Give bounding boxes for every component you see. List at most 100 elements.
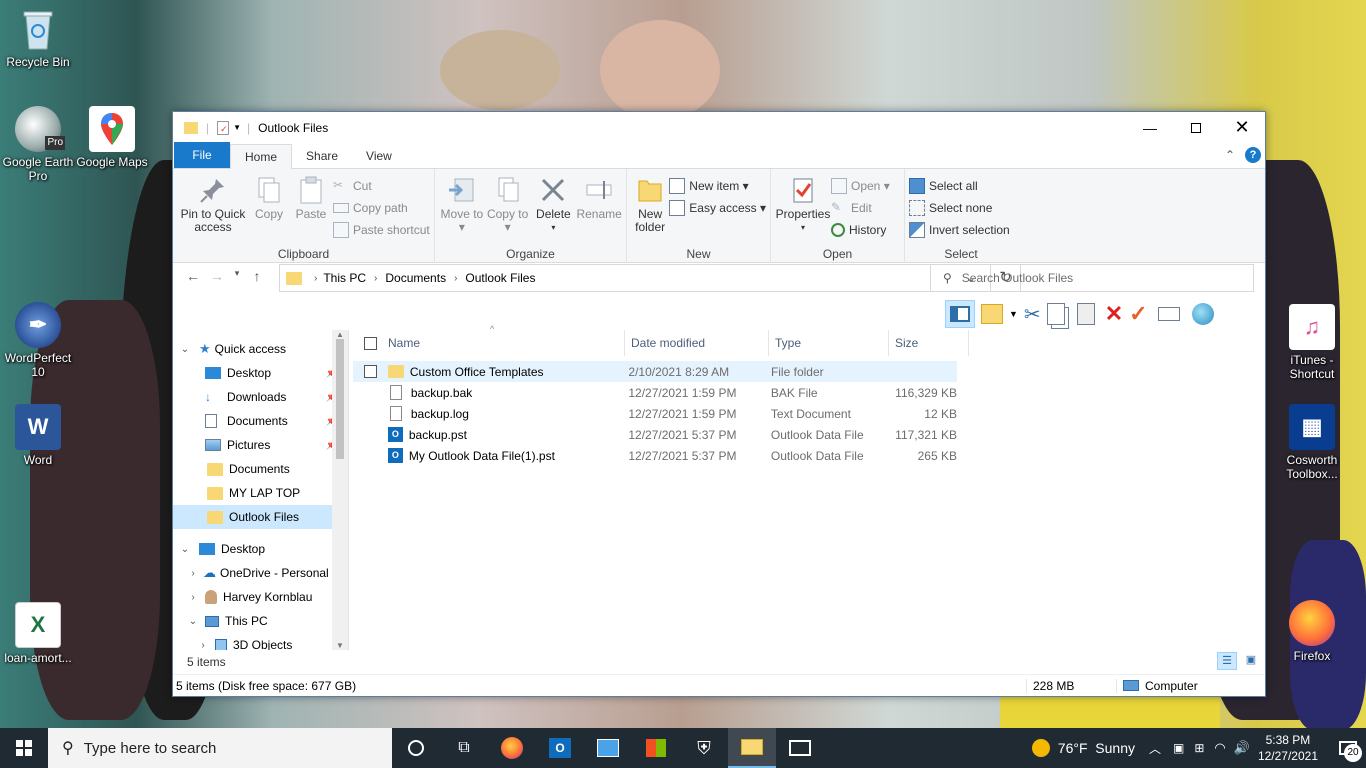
tab-view[interactable]: View (352, 144, 406, 168)
edit-button[interactable]: ✎ Edit (831, 197, 890, 219)
open-button[interactable]: Open ▾ (831, 175, 890, 197)
tray-device-icon[interactable]: ▣ (1173, 741, 1184, 755)
row-checkbox[interactable] (364, 407, 377, 420)
scroll-thumb[interactable] (336, 339, 344, 459)
properties-quick-icon[interactable]: ✓ (217, 120, 230, 135)
help-icon[interactable]: ? (1245, 147, 1261, 163)
desktop-icon-cosworth[interactable]: ▦ Cosworth Toolbox... (1274, 404, 1350, 481)
desktop-icon-google-maps[interactable]: Google Maps (74, 106, 150, 169)
chevron-right-icon[interactable]: › (195, 640, 211, 651)
breadcrumb-this-pc[interactable]: This PC (323, 271, 366, 285)
file-row[interactable]: O My Outlook Data File(1).pst 12/27/2021 5… (353, 445, 957, 466)
nav-item-documents-folder[interactable]: Documents (173, 457, 348, 481)
row-checkbox[interactable] (364, 386, 377, 399)
select-all-checkbox[interactable] (364, 336, 377, 350)
collapse-ribbon-icon[interactable]: ⌃ (1225, 148, 1235, 162)
file-row[interactable]: backup.bak 12/27/2021 1:59 PM BAK File 116,… (353, 382, 957, 403)
nav-3d-objects[interactable]: › 3D Objects (173, 633, 348, 650)
breadcrumb-sep-icon[interactable]: › (454, 273, 457, 284)
file-row[interactable]: Custom Office Templates 2/10/2021 8:29 AM… (353, 361, 957, 382)
rename-icon[interactable] (1157, 307, 1180, 321)
row-checkbox[interactable] (364, 428, 377, 441)
select-all-button[interactable]: Select all (909, 175, 1010, 197)
start-button[interactable] (0, 728, 48, 768)
cut-button[interactable]: ✂ Cut (333, 175, 430, 197)
taskbar-control-panel-icon[interactable] (584, 728, 632, 768)
globe-icon[interactable] (1191, 303, 1214, 325)
breadcrumb-outlook-files[interactable]: Outlook Files (465, 271, 535, 285)
forward-arrow-icon[interactable]: → (205, 268, 229, 284)
tab-file[interactable]: File (174, 142, 230, 168)
taskbar-remote-icon[interactable] (776, 728, 824, 768)
desktop-icon-word[interactable]: W Word (0, 404, 76, 467)
taskbar-store-icon[interactable] (632, 728, 680, 768)
taskbar-file-explorer-icon[interactable] (728, 728, 776, 768)
notifications-icon[interactable]: 20 (1330, 728, 1366, 768)
nav-item-pictures[interactable]: Pictures 📌 (173, 433, 348, 457)
scissors-icon[interactable]: ✂ (1024, 302, 1041, 327)
row-checkbox[interactable] (364, 365, 377, 378)
nav-item-outlook-files[interactable]: Outlook Files (173, 505, 348, 529)
nav-quick-access[interactable]: ⌄ ★ Quick access (173, 337, 348, 361)
dropdown-icon[interactable]: ▼ (1009, 309, 1018, 319)
row-checkbox[interactable] (364, 449, 377, 462)
task-view-icon[interactable]: ⧉ (440, 728, 488, 768)
large-icons-view-icon[interactable]: ▣ (1241, 652, 1261, 670)
breadcrumb-sep-icon[interactable]: › (314, 273, 317, 284)
taskbar-outlook-icon[interactable]: O (536, 728, 584, 768)
desktop-icon-excel[interactable]: X loan-amort... (0, 602, 76, 665)
invert-selection-button[interactable]: Invert selection (909, 219, 1010, 241)
copy-path-button[interactable]: Copy path (333, 197, 430, 219)
tab-share[interactable]: Share (292, 144, 352, 168)
new-item-button[interactable]: New item ▾ (669, 175, 766, 197)
desktop-icon-wordperfect[interactable]: ✒ WordPerfect 10 (0, 302, 76, 379)
cortana-icon[interactable] (392, 728, 440, 768)
minimize-button[interactable]: — (1127, 112, 1173, 143)
tray-network-adapter-icon[interactable]: ⊞ (1194, 741, 1204, 755)
preview-pane-icon[interactable] (945, 300, 975, 328)
delete-icon[interactable]: ✕ (1105, 301, 1123, 327)
nav-item-documents[interactable]: Documents 📌 (173, 409, 348, 433)
taskbar-security-icon[interactable]: ⛨ (680, 728, 728, 768)
chevron-down-icon[interactable]: ⌄ (177, 544, 193, 555)
search-box[interactable]: ⚲ Search Outlook Files (930, 264, 1254, 292)
scroll-down-icon[interactable]: ▼ (332, 641, 348, 650)
address-bar[interactable]: › This PC › Documents › Outlook Files ⌄ … (279, 264, 1021, 292)
column-name[interactable]: Name (382, 330, 625, 356)
select-none-button[interactable]: Select none (909, 197, 1010, 219)
nav-onedrive[interactable]: › ☁ OneDrive - Personal (173, 561, 348, 585)
clock[interactable]: 5:38 PM 12/27/2021 (1258, 732, 1318, 764)
history-button[interactable]: History (831, 219, 890, 241)
breadcrumb-documents[interactable]: Documents (385, 271, 446, 285)
column-size[interactable]: Size (889, 330, 969, 356)
nav-desktop[interactable]: ⌄ Desktop (173, 537, 348, 561)
nav-item-downloads[interactable]: ↓ Downloads 📌 (173, 385, 348, 409)
nav-scrollbar[interactable]: ▲ ▼ (332, 330, 348, 650)
recent-locations-chevron-icon[interactable]: ▾ (229, 268, 245, 284)
desktop-icon-itunes[interactable]: ♫ iTunes - Shortcut (1274, 304, 1350, 381)
paste-shortcut-button[interactable]: Paste shortcut (333, 219, 430, 241)
close-button[interactable]: ✕ (1219, 112, 1265, 143)
desktop-icon-firefox[interactable]: Firefox (1274, 600, 1350, 663)
taskbar-firefox-icon[interactable] (488, 728, 536, 768)
chevron-down-icon[interactable]: ⌄ (185, 616, 201, 627)
up-arrow-icon[interactable]: ↑ (245, 268, 269, 284)
nav-this-pc[interactable]: ⌄ This PC (173, 609, 348, 633)
maximize-button[interactable] (1173, 112, 1219, 143)
weather-sun-icon[interactable] (1031, 739, 1050, 757)
file-row[interactable]: backup.log 12/27/2021 1:59 PM Text Documen… (353, 403, 957, 424)
folder-options-icon[interactable] (981, 304, 1003, 324)
breadcrumb-sep-icon[interactable]: › (374, 273, 377, 284)
desktop-icon-google-earth[interactable]: Pro Google Earth Pro (0, 106, 76, 183)
customize-quick-access-icon[interactable]: ▼ (233, 123, 241, 132)
taskbar-search-box[interactable]: ⚲ Type here to search (48, 728, 392, 768)
nav-item-desktop[interactable]: Desktop 📌 (173, 361, 348, 385)
nav-item-my-lap-top[interactable]: MY LAP TOP (173, 481, 348, 505)
easy-access-button[interactable]: Easy access ▾ (669, 197, 766, 219)
file-row[interactable]: Obackup.pst 12/27/2021 5:37 PM Outlook Dat… (353, 424, 957, 445)
column-type[interactable]: Type (769, 330, 889, 356)
details-view-icon[interactable]: ☰ (1217, 652, 1237, 670)
show-hidden-icons-chevron-icon[interactable]: ︿ (1149, 740, 1161, 757)
desktop-icon-recycle-bin[interactable]: Recycle Bin (0, 6, 76, 69)
scroll-up-icon[interactable]: ▲ (332, 330, 348, 339)
